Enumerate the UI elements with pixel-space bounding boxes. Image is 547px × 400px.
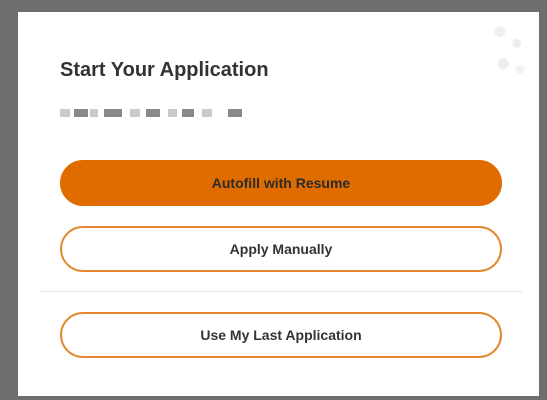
redacted-block bbox=[228, 109, 242, 117]
divider bbox=[40, 291, 522, 292]
dialog-title: Start Your Application bbox=[60, 59, 269, 81]
use-last-application-button[interactable]: Use My Last Application bbox=[60, 312, 502, 358]
redacted-block bbox=[130, 109, 140, 117]
redacted-block bbox=[146, 109, 160, 117]
window-frame: Start Your Application Autofill with Res… bbox=[0, 0, 547, 400]
redacted-block bbox=[74, 109, 88, 117]
autofill-with-resume-button[interactable]: Autofill with Resume bbox=[60, 160, 502, 206]
redacted-block bbox=[168, 109, 177, 117]
redacted-block bbox=[182, 109, 194, 117]
apply-manually-button[interactable]: Apply Manually bbox=[60, 226, 502, 272]
redacted-block bbox=[60, 109, 70, 117]
redacted-block bbox=[90, 109, 98, 117]
redacted-subtitle bbox=[60, 109, 250, 120]
redacted-block bbox=[104, 109, 122, 117]
start-application-dialog: Start Your Application Autofill with Res… bbox=[18, 12, 539, 396]
redacted-block bbox=[202, 109, 212, 117]
close-icon[interactable] bbox=[493, 20, 527, 78]
